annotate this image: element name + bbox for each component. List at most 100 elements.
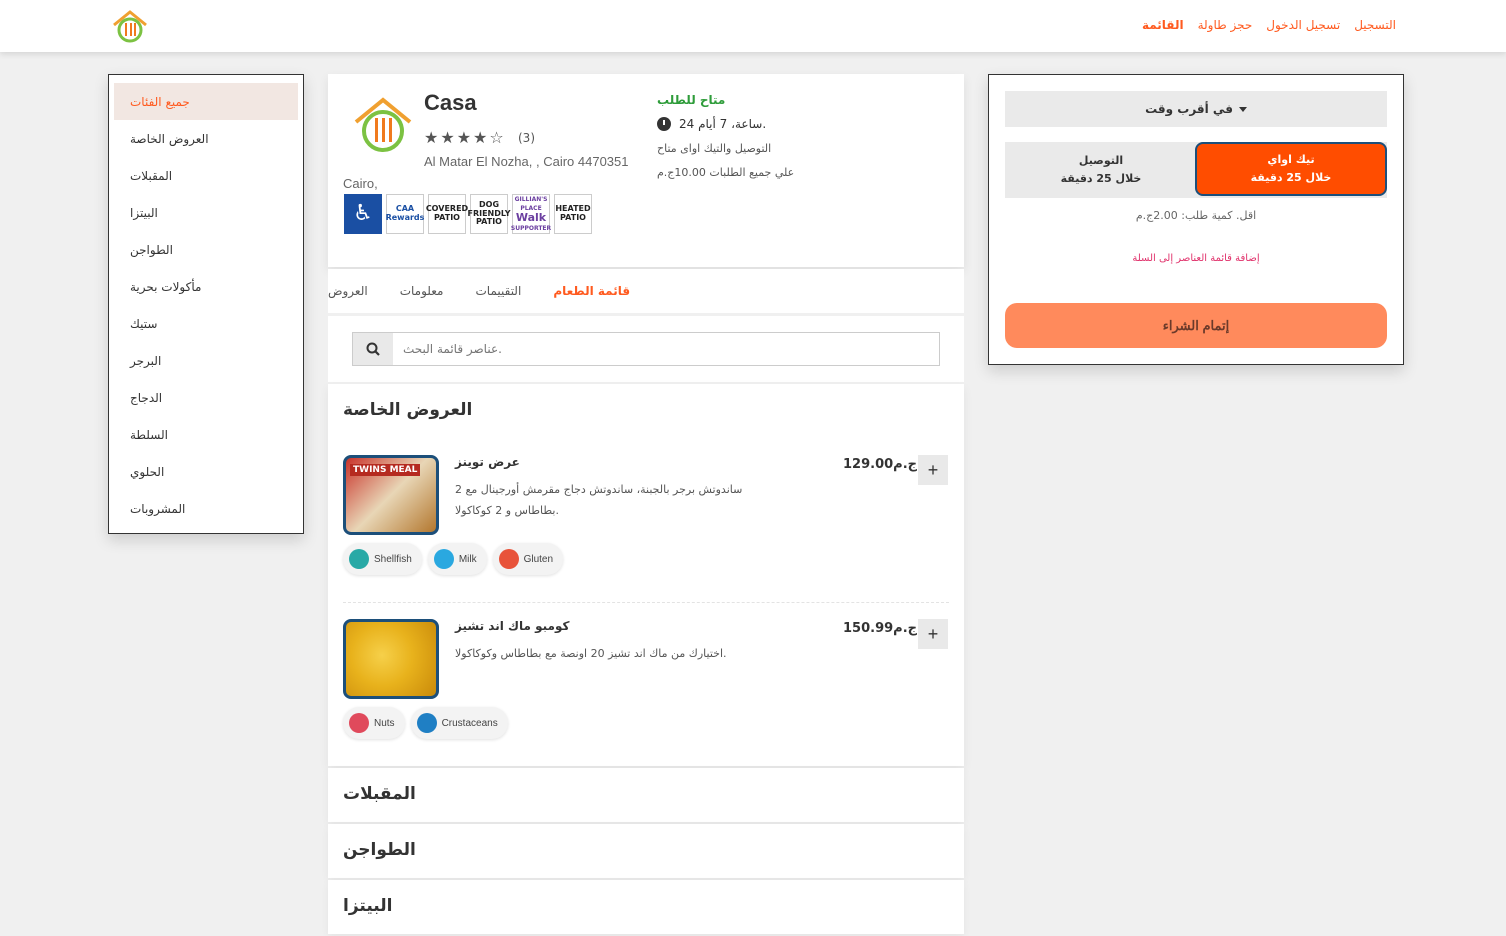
menu-tabs: قائمة الطعام التقييمات معلومات العروض	[328, 269, 964, 313]
add-item-button[interactable]: +	[918, 455, 948, 485]
availability-title: متاح للطلب	[657, 93, 726, 107]
category-all[interactable]: جميع الفئات	[114, 83, 298, 120]
section-title-pizza: البيتزا	[343, 896, 393, 916]
category-steak[interactable]: ستيك	[114, 305, 298, 342]
search-icon	[366, 342, 380, 356]
rating-stars-icon: ★★★★☆	[424, 128, 506, 147]
gluten-icon	[498, 549, 519, 569]
pizza-section[interactable]: البيتزا	[328, 880, 964, 934]
walk-badge-top: GILLIAN'S PLACE	[514, 195, 548, 212]
category-special-offers[interactable]: العروض الخاصة	[114, 120, 298, 157]
caret-down-icon	[1238, 106, 1247, 112]
tab-menu[interactable]: قائمة الطعام	[553, 284, 630, 298]
caa-badge-text: CAA	[395, 204, 415, 214]
item-name[interactable]: كومبو ماك اند تشيز	[455, 619, 569, 633]
caa-badge-subtext: Rewards	[385, 213, 425, 222]
delivery-option[interactable]: التوصيل خلال 25 دقيقة	[1005, 142, 1197, 198]
top-navbar: التسجيل تسجيل الدخول حجز طاولة القائمة	[0, 0, 1506, 52]
covered-patio-badge: COVERED PATIO	[426, 194, 468, 234]
category-chicken[interactable]: الدجاج	[114, 379, 298, 416]
allergen-milk: Milk	[427, 543, 487, 575]
opening-hours: 24 ساعة، 7 أيام.	[657, 117, 766, 131]
dog-friendly-patio-badge: DOG FRIENDLY PATIO	[467, 194, 511, 234]
category-tagines[interactable]: الطواجن	[114, 231, 298, 268]
item-divider	[343, 602, 949, 603]
item-price: ج.م129.00	[843, 457, 918, 472]
nav-reserve-link[interactable]: حجز طاولة	[1198, 18, 1253, 32]
tab-reviews[interactable]: التقييمات	[475, 284, 521, 298]
allergen-label: Nuts	[374, 717, 395, 729]
category-seafood[interactable]: مأكولات بحرية	[114, 268, 298, 305]
shellfish-icon	[349, 549, 369, 569]
pickup-label: تيك اواي	[1267, 153, 1315, 166]
allergen-crustaceans: Crustaceans	[410, 707, 508, 739]
section-title-special-offers: العروض الخاصة	[343, 400, 473, 420]
nav-register-link[interactable]: التسجيل	[1354, 18, 1396, 32]
order-mode-toggle: التوصيل خلال 25 دقيقة تيك اواي خلال 25 د…	[1005, 142, 1387, 198]
cart-panel: في أقرب وقت التوصيل خلال 25 دقيقة تيك او…	[988, 74, 1404, 365]
delivery-time: خلال 25 دقيقة	[1060, 172, 1142, 185]
restaurant-header-card: Casa ★★★★☆ (3) Al Matar El Nozha, , Cair…	[328, 74, 964, 267]
milk-icon	[433, 549, 454, 569]
crustaceans-icon	[416, 713, 437, 733]
category-burger[interactable]: البرجر	[114, 342, 298, 379]
minimum-order-text: اقل. كمية طلب: 2.00ج.م	[1135, 209, 1257, 222]
checkout-button[interactable]: إتمام الشراء	[1005, 303, 1387, 348]
nav-login-link[interactable]: تسجيل الدخول	[1266, 18, 1340, 32]
allergen-gluten: Gluten	[492, 543, 564, 575]
search-button[interactable]	[353, 333, 393, 365]
section-title-tagines: الطواجن	[343, 840, 416, 860]
walk-supporter-badge: GILLIAN'S PLACE Walk SUPPORTER	[510, 194, 552, 234]
allergen-nuts: Nuts	[343, 707, 405, 739]
tagines-section[interactable]: الطواجن	[328, 824, 964, 878]
allergen-shellfish: Shellfish	[343, 543, 422, 575]
restaurant-logo-icon	[354, 97, 412, 152]
heated-patio-badge: HEATED PATIO	[554, 194, 592, 234]
item-name[interactable]: عرض توينز	[455, 455, 520, 469]
categories-panel: جميع الفئات العروض الخاصة المقبلات البيت…	[108, 74, 304, 534]
restaurant-city: Cairo,	[343, 176, 378, 191]
tab-offers[interactable]: العروض	[328, 284, 368, 298]
restaurant-address: Al Matar El Nozha, , Cairo 4470351	[424, 154, 629, 169]
add-item-button[interactable]: +	[918, 619, 948, 649]
special-offers-section: العروض الخاصة TWINS MEAL عرض توينز ساندو…	[328, 384, 964, 766]
section-title-appetizers: المقبلات	[343, 784, 416, 804]
appetizers-section[interactable]: المقبلات	[328, 768, 964, 822]
menu-search-box	[352, 332, 940, 366]
feature-badges: ♿ CAA Rewards COVERED PATIO DOG FRIENDLY …	[344, 194, 592, 234]
item-description: اختيارك من ماك اند تشيز 20 اونصة مع بطاط…	[455, 647, 727, 660]
restaurant-name: Casa	[424, 90, 477, 115]
allergen-label: Shellfish	[374, 553, 412, 565]
menu-search-card	[328, 316, 964, 382]
category-pizza[interactable]: البيتزا	[114, 194, 298, 231]
category-drinks[interactable]: المشروبات	[114, 490, 298, 527]
twins-meal-image-label: TWINS MEAL	[350, 464, 421, 476]
twins-meal-image[interactable]: TWINS MEAL	[343, 455, 439, 535]
top-nav-links: التسجيل تسجيل الدخول حجز طاولة القائمة	[1142, 18, 1396, 32]
pickup-time: خلال 25 دقيقة	[1250, 171, 1332, 184]
service-note: التوصيل والتيك اواى متاح	[657, 142, 772, 155]
delivery-fee-note: علي جميع الطلبات 10.00ج.م	[657, 166, 795, 179]
allergen-label: Gluten	[523, 553, 554, 565]
delivery-label: التوصيل	[1078, 154, 1124, 167]
tab-info[interactable]: معلومات	[400, 284, 444, 298]
walk-badge-subtext: SUPPORTER	[510, 225, 552, 233]
category-desserts[interactable]: الحلوي	[114, 453, 298, 490]
menu-search-input[interactable]	[393, 333, 939, 365]
category-appetizers[interactable]: المقبلات	[114, 157, 298, 194]
order-time-label: في أقرب وقت	[1145, 102, 1233, 116]
opening-hours-text: 24 ساعة، 7 أيام.	[679, 117, 767, 131]
item-price: ج.م150.99	[843, 621, 918, 636]
mac-and-cheese-image[interactable]	[343, 619, 439, 699]
pickup-option[interactable]: تيك اواي خلال 25 دقيقة	[1195, 142, 1387, 196]
walk-badge-text: Walk	[515, 211, 547, 225]
home-logo-icon[interactable]	[110, 9, 150, 45]
allergen-label: Crustaceans	[441, 717, 498, 729]
nuts-icon	[349, 713, 369, 733]
review-count[interactable]: (3)	[518, 131, 535, 145]
item-description: ساندوتش برجر بالجبنة، ساندوتش دجاج مقرمش…	[455, 483, 743, 517]
order-time-dropdown[interactable]: في أقرب وقت	[1005, 91, 1387, 127]
nav-menu-link[interactable]: القائمة	[1142, 18, 1184, 32]
add-items-link[interactable]: إضافة قائمة العناصر إلى السلة	[989, 253, 1403, 264]
category-salad[interactable]: السلطة	[114, 416, 298, 453]
